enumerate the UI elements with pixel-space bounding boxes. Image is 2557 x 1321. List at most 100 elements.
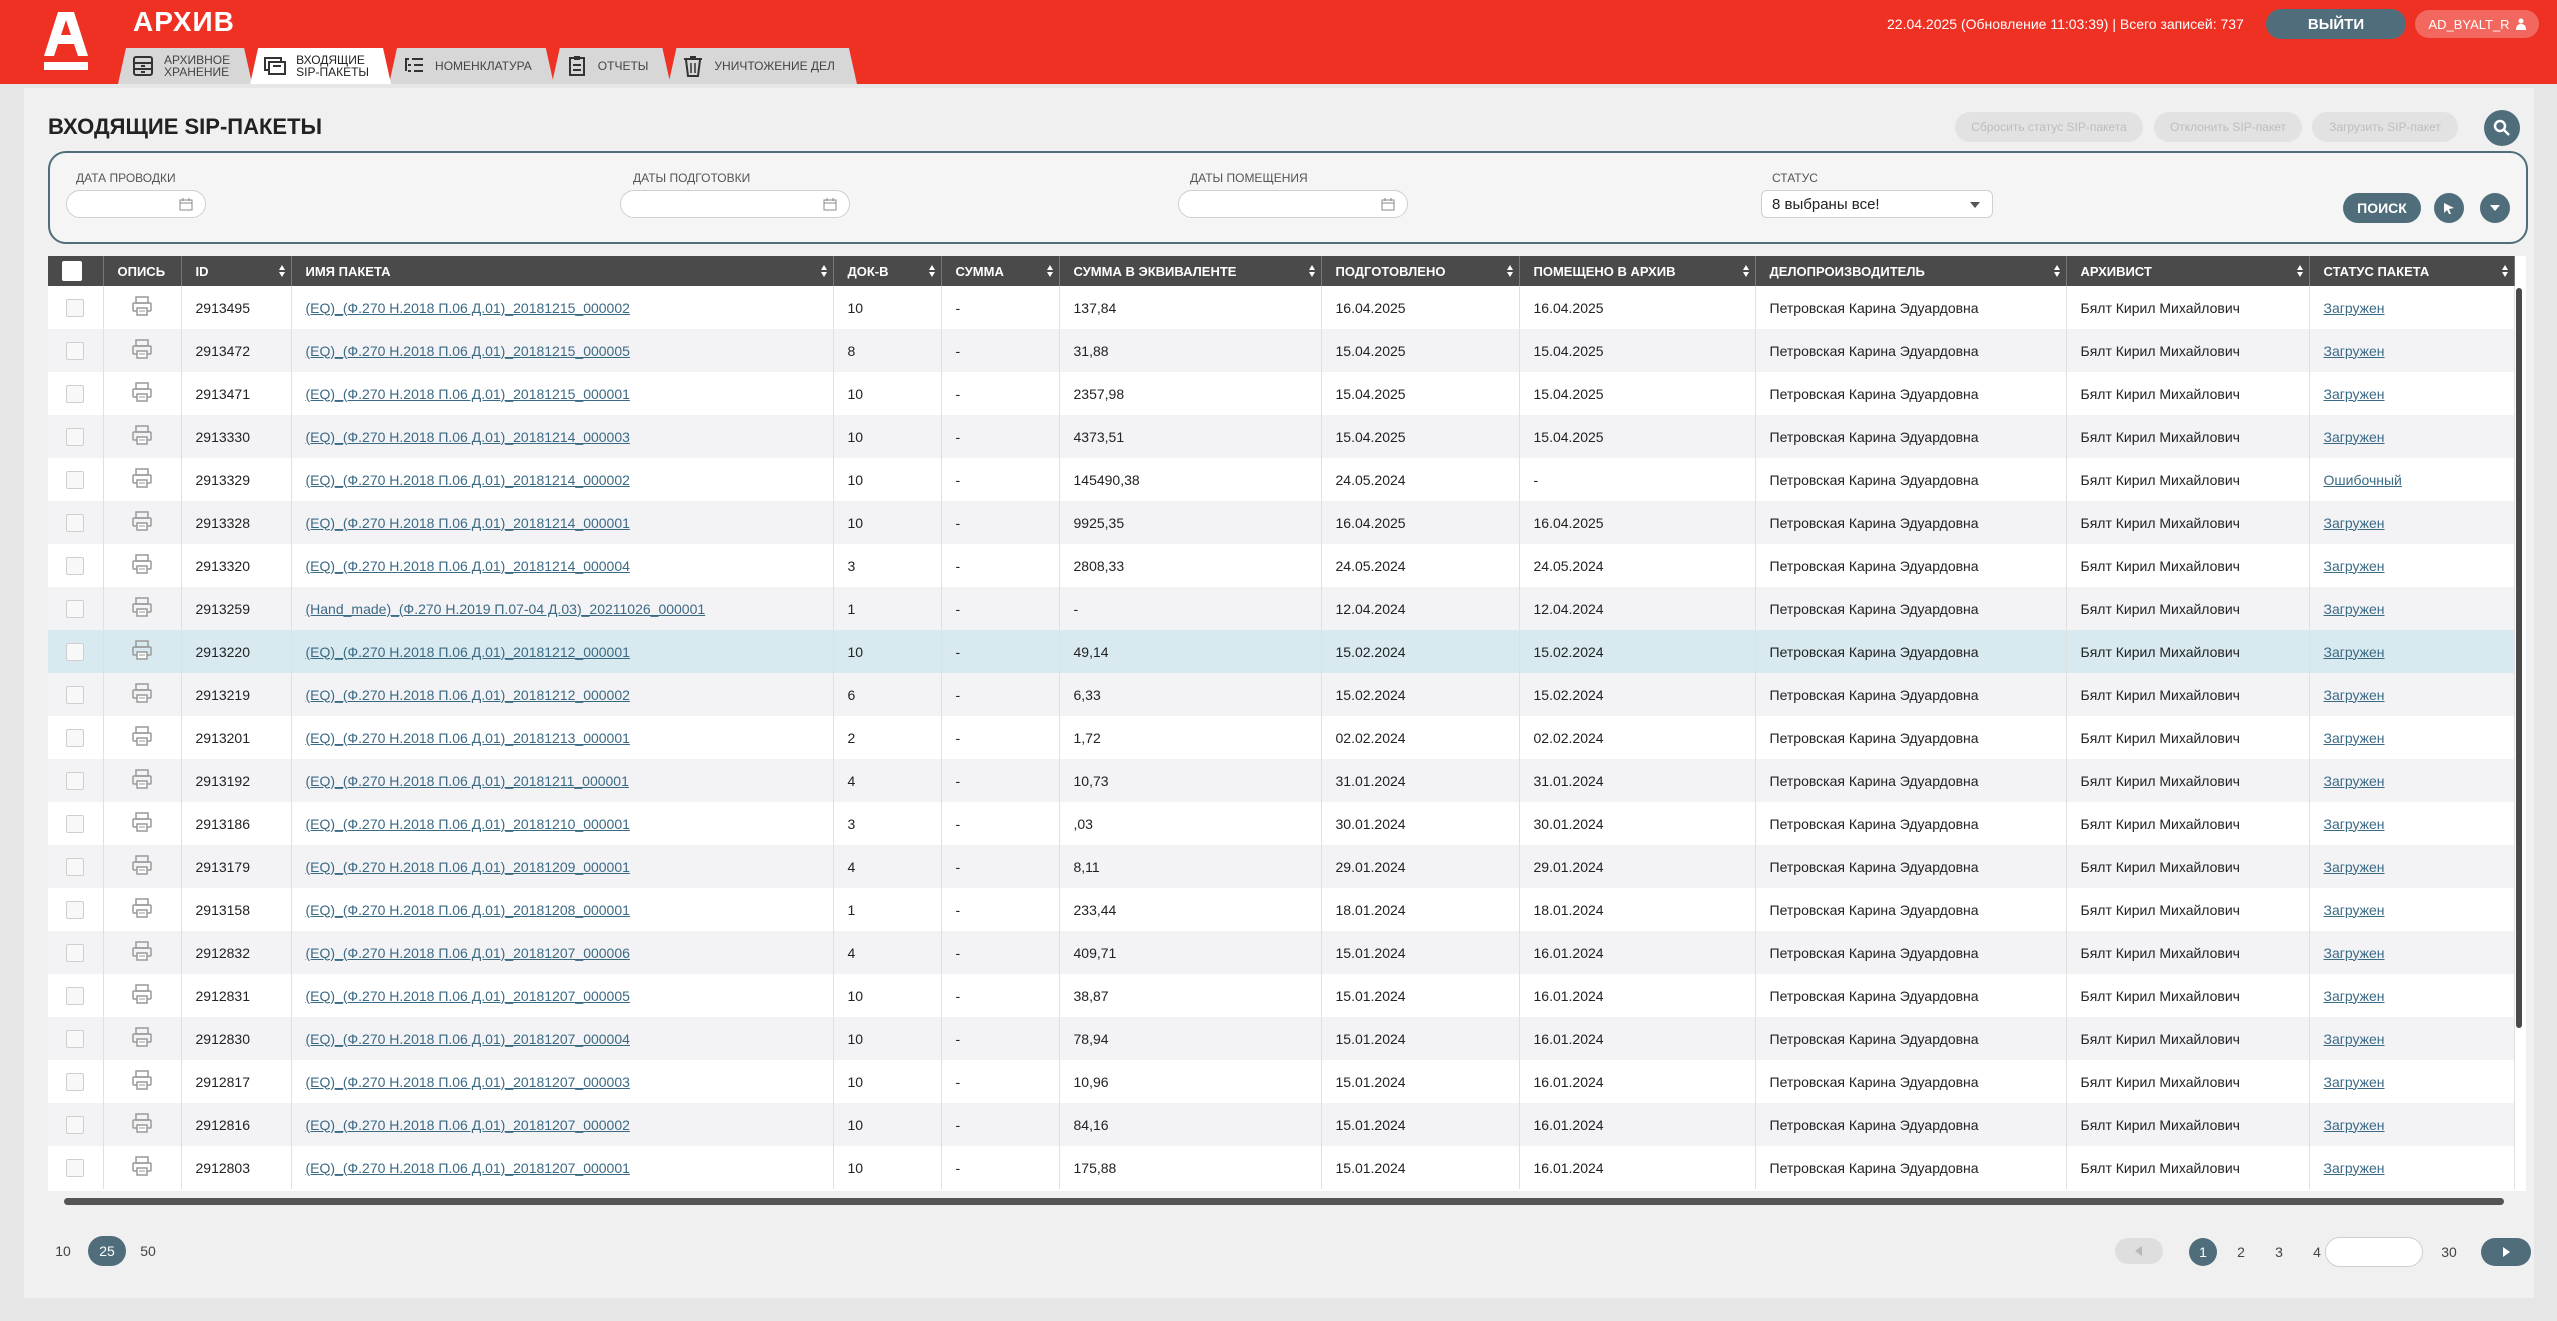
cell-name-value[interactable]: (EQ)_(Ф.270 Н.2018 П.06 Д.01)_20181207_0… (306, 1031, 630, 1047)
printer-icon[interactable] (131, 683, 153, 703)
printer-icon[interactable] (131, 468, 153, 488)
cell-status-value[interactable]: Ошибочный (2324, 472, 2402, 488)
prev-page-button[interactable] (2115, 1238, 2163, 1264)
cell-name-value[interactable]: (EQ)_(Ф.270 Н.2018 П.06 Д.01)_20181214_0… (306, 515, 630, 531)
cell-status-value[interactable]: Загружен (2324, 902, 2385, 918)
page-3[interactable]: 3 (2265, 1238, 2293, 1266)
table-row[interactable]: 2913186 (EQ)_(Ф.270 Н.2018 П.06 Д.01)_201… (48, 802, 2515, 845)
cell-status-value[interactable]: Загружен (2324, 1160, 2385, 1176)
printer-icon[interactable] (131, 898, 153, 918)
tab-incoming-sip[interactable]: ВХОДЯЩИЕ SIP-ПАКЕТЫ (250, 48, 391, 84)
column-header[interactable]: ID (181, 256, 292, 286)
cell-status-value[interactable]: Загружен (2324, 515, 2385, 531)
table-row[interactable]: 2913472 (EQ)_(Ф.270 Н.2018 П.06 Д.01)_201… (48, 329, 2515, 372)
row-checkbox[interactable] (66, 384, 85, 403)
row-checkbox[interactable] (66, 1115, 85, 1134)
cell-status-value[interactable]: Загружен (2324, 300, 2385, 316)
column-header[interactable]: ПОДГОТОВЛЕНО (1321, 256, 1520, 286)
table-row[interactable]: 2913220 (EQ)_(Ф.270 Н.2018 П.06 Д.01)_201… (48, 630, 2515, 673)
row-checkbox[interactable] (66, 298, 85, 317)
cell-status-value[interactable]: Загружен (2324, 343, 2385, 359)
row-checkbox[interactable] (66, 642, 85, 661)
cell-name-value[interactable]: (EQ)_(Ф.270 Н.2018 П.06 Д.01)_20181213_0… (306, 730, 630, 746)
date-posting-input[interactable] (66, 190, 206, 218)
reset-status-button[interactable]: Сбросить статус SIP-пакета (1955, 112, 2143, 142)
table-row[interactable]: 2913329 (EQ)_(Ф.270 Н.2018 П.06 Д.01)_201… (48, 458, 2515, 501)
cell-status-value[interactable]: Загружен (2324, 1074, 2385, 1090)
status-select[interactable]: 8 выбраны все! (1761, 190, 1993, 218)
column-header[interactable]: ДЕЛОПРОИЗВОДИТЕЛЬ (1755, 256, 2067, 286)
select-all-header[interactable] (48, 256, 104, 286)
row-checkbox[interactable] (66, 1029, 85, 1048)
column-header[interactable]: ОПИСЬ (103, 256, 182, 286)
row-checkbox[interactable] (66, 513, 85, 532)
scrollbar-thumb[interactable] (64, 1198, 2504, 1205)
search-toggle-button[interactable] (2484, 110, 2520, 146)
row-checkbox[interactable] (66, 685, 85, 704)
table-row[interactable]: 2912816 (EQ)_(Ф.270 Н.2018 П.06 Д.01)_201… (48, 1103, 2515, 1146)
row-checkbox[interactable] (66, 943, 85, 962)
table-row[interactable]: 2913328 (EQ)_(Ф.270 Н.2018 П.06 Д.01)_201… (48, 501, 2515, 544)
vertical-scrollbar[interactable] (2514, 288, 2524, 1188)
page-size-50[interactable]: 50 (131, 1236, 165, 1266)
row-checkbox[interactable] (66, 1158, 85, 1177)
column-header[interactable]: СУММА В ЭКВИВАЛЕНТЕ (1059, 256, 1322, 286)
date-placement-input[interactable] (1178, 190, 1408, 218)
printer-icon[interactable] (131, 597, 153, 617)
row-checkbox[interactable] (66, 900, 85, 919)
row-checkbox[interactable] (66, 728, 85, 747)
select-all-checkbox[interactable] (62, 261, 82, 281)
table-row[interactable]: 2913320 (EQ)_(Ф.270 Н.2018 П.06 Д.01)_201… (48, 544, 2515, 587)
cell-name-value[interactable]: (EQ)_(Ф.270 Н.2018 П.06 Д.01)_20181212_0… (306, 687, 630, 703)
sort-icon[interactable] (1308, 265, 1315, 277)
sort-icon[interactable] (2501, 265, 2508, 277)
cell-status-value[interactable]: Загружен (2324, 1031, 2385, 1047)
table-row[interactable]: 2912832 (EQ)_(Ф.270 Н.2018 П.06 Д.01)_201… (48, 931, 2515, 974)
table-row[interactable]: 2913201 (EQ)_(Ф.270 Н.2018 П.06 Д.01)_201… (48, 716, 2515, 759)
cell-status-value[interactable]: Загружен (2324, 558, 2385, 574)
sort-icon[interactable] (278, 265, 285, 277)
table-row[interactable]: 2913330 (EQ)_(Ф.270 Н.2018 П.06 Д.01)_201… (48, 415, 2515, 458)
printer-icon[interactable] (131, 640, 153, 660)
table-row[interactable]: 2913471 (EQ)_(Ф.270 Н.2018 П.06 Д.01)_201… (48, 372, 2515, 415)
cell-name-value[interactable]: (EQ)_(Ф.270 Н.2018 П.06 Д.01)_20181208_0… (306, 902, 630, 918)
cell-status-value[interactable]: Загружен (2324, 601, 2385, 617)
row-checkbox[interactable] (66, 857, 85, 876)
cell-status-value[interactable]: Загружен (2324, 730, 2385, 746)
cell-name-value[interactable]: (EQ)_(Ф.270 Н.2018 П.06 Д.01)_20181215_0… (306, 386, 630, 402)
printer-icon[interactable] (131, 425, 153, 445)
reject-package-button[interactable]: Отклонить SIP-пакет (2154, 112, 2302, 142)
cell-status-value[interactable]: Загружен (2324, 386, 2385, 402)
sort-icon[interactable] (2296, 265, 2303, 277)
printer-icon[interactable] (131, 554, 153, 574)
table-row[interactable]: 2913179 (EQ)_(Ф.270 Н.2018 П.06 Д.01)_201… (48, 845, 2515, 888)
tab-archive-storage[interactable]: АРХИВНОЕ ХРАНЕНИЕ (118, 48, 252, 84)
sort-icon[interactable] (1046, 265, 1053, 277)
printer-icon[interactable] (131, 726, 153, 746)
cell-status-value[interactable]: Загружен (2324, 859, 2385, 875)
scrollbar-thumb[interactable] (2516, 288, 2522, 1028)
page-jump-input[interactable] (2325, 1237, 2423, 1267)
user-button[interactable]: AD_BYALT_R (2415, 10, 2539, 38)
row-checkbox[interactable] (66, 814, 85, 833)
cell-name-value[interactable]: (EQ)_(Ф.270 Н.2018 П.06 Д.01)_20181215_0… (306, 300, 630, 316)
cell-name-value[interactable]: (EQ)_(Ф.270 Н.2018 П.06 Д.01)_20181207_0… (306, 945, 630, 961)
table-row[interactable]: 2912831 (EQ)_(Ф.270 Н.2018 П.06 Д.01)_201… (48, 974, 2515, 1017)
tab-nomenclature[interactable]: НОМЕНКЛАТУРА (389, 48, 554, 84)
row-checkbox[interactable] (66, 470, 85, 489)
tab-reports[interactable]: ОТЧЕТЫ (552, 48, 671, 84)
row-checkbox[interactable] (66, 599, 85, 618)
row-checkbox[interactable] (66, 427, 85, 446)
row-checkbox[interactable] (66, 341, 85, 360)
sort-icon[interactable] (820, 265, 827, 277)
row-checkbox[interactable] (66, 556, 85, 575)
column-header[interactable]: АРХИВИСТ (2066, 256, 2310, 286)
next-page-button[interactable] (2481, 1238, 2531, 1266)
sort-icon[interactable] (1506, 265, 1513, 277)
horizontal-scrollbar[interactable] (54, 1196, 2516, 1206)
printer-icon[interactable] (131, 812, 153, 832)
table-row[interactable]: 2912803 (EQ)_(Ф.270 Н.2018 П.06 Д.01)_201… (48, 1146, 2515, 1189)
page-2[interactable]: 2 (2227, 1238, 2255, 1266)
cell-name-value[interactable]: (EQ)_(Ф.270 Н.2018 П.06 Д.01)_20181207_0… (306, 1117, 630, 1133)
cell-name-value[interactable]: (EQ)_(Ф.270 Н.2018 П.06 Д.01)_20181207_0… (306, 1074, 630, 1090)
